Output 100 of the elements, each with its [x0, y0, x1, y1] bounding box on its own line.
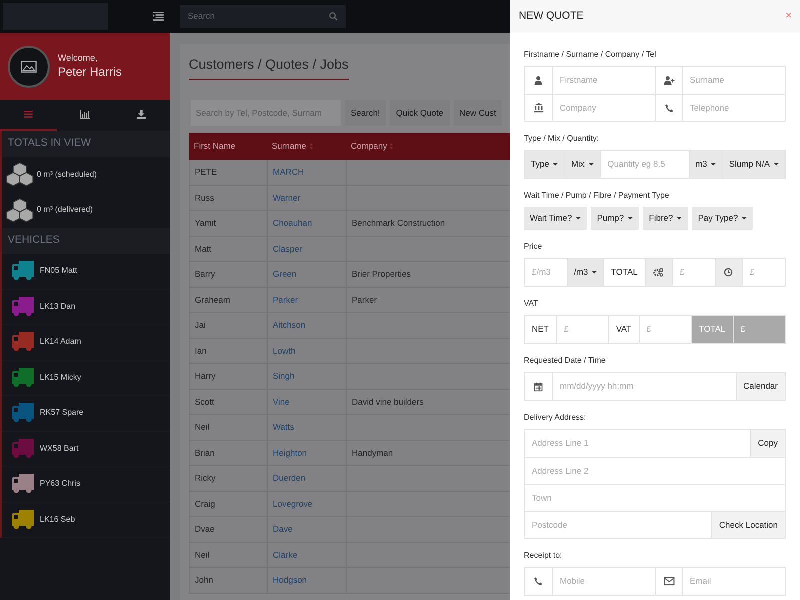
action-button[interactable]: Copy: [750, 430, 785, 457]
toolbar-button[interactable]: Quick Quote: [390, 100, 450, 126]
table-cell: PETE: [195, 166, 218, 179]
input-group[interactable]: £/m3 /m3 TOTAL £ £: [524, 258, 786, 287]
table-cell: Dvae: [195, 523, 215, 536]
toolbar-button[interactable]: Search!: [345, 100, 386, 126]
input-group[interactable]: Address Line 1 Copy Address Line 2 Town Postcode Check Location: [524, 429, 786, 539]
caret-icon: [576, 217, 582, 220]
action-button[interactable]: Calendar: [736, 373, 785, 400]
clock-icon: [724, 268, 734, 277]
field-label: Firstname / Surname / Company / Tel: [524, 49, 658, 61]
dropdown-button[interactable]: /m3: [567, 259, 604, 286]
envelope-icon: [664, 577, 674, 586]
field-label: Price: [524, 241, 544, 253]
search-field[interactable]: Search: [180, 5, 346, 28]
gears-icon: [653, 268, 664, 277]
table-cell: Harry: [195, 370, 216, 383]
input-group[interactable]: Type Mix Quantity eg 8.5 m3 Slump N/A: [524, 150, 786, 179]
table-cell: Graheam: [195, 294, 230, 306]
phone-icon: [664, 104, 674, 112]
cubes-icon: [6, 198, 34, 223]
menu-icon: [152, 12, 164, 21]
vehicle-item[interactable]: PY63 Chris: [2, 467, 170, 502]
input-group[interactable]: Firstname Surname Company Telephone: [524, 66, 786, 122]
table-cell: Craig: [195, 498, 216, 510]
table-cell: Ian: [195, 344, 207, 358]
dropdown-button[interactable]: Fibre?: [643, 207, 688, 230]
column-header[interactable]: First Name: [194, 140, 236, 154]
search-icon: [329, 12, 338, 21]
bank-icon: [534, 103, 544, 113]
table-cell: Yamit: [195, 217, 216, 230]
toolbar-button[interactable]: New Cust: [454, 100, 502, 126]
field-label: Delivery Address:: [524, 412, 588, 424]
image-icon: [21, 60, 37, 72]
list-icon: [24, 111, 33, 118]
dropdown-button[interactable]: Wait Time?: [524, 207, 588, 230]
input-group[interactable]: mm/dd/yyyy hh:mm Calendar: [524, 372, 786, 401]
caret-icon: [592, 271, 598, 274]
caret-icon: [742, 217, 748, 220]
table-cell: Parker: [352, 294, 378, 306]
table-cell: Scott: [195, 396, 214, 408]
vehicle-item[interactable]: LK15 Micky: [2, 360, 170, 396]
table-cell: Handyman: [352, 446, 394, 460]
welcome-text: Welcome,: [58, 53, 99, 65]
vehicle-item[interactable]: RK57 Spare: [2, 396, 170, 432]
phone-icon: [534, 577, 543, 586]
caret-icon: [628, 217, 634, 220]
action-button[interactable]: Check Location: [711, 512, 785, 538]
section-title: TOTALS IN VIEW: [8, 136, 92, 152]
table-cell: Neil: [195, 421, 210, 434]
column-header[interactable]: Surname: [272, 140, 306, 154]
table-cell: Jai: [195, 319, 206, 332]
dropdown-button[interactable]: m3: [688, 151, 722, 178]
search-input[interactable]: Search: [188, 10, 329, 23]
table-cell: John: [195, 574, 214, 587]
cubes-icon: [6, 162, 34, 188]
page-title: Customers / Quotes / Jobs: [189, 56, 349, 74]
field-label: Receipt to:: [524, 550, 564, 562]
table-cell: Barry: [195, 268, 216, 281]
addon-label: TOTAL: [691, 316, 733, 343]
vehicle-item[interactable]: FN05 Matt: [2, 254, 170, 290]
bar-chart-icon: [80, 110, 90, 119]
total-text: 0 m³ (scheduled): [37, 168, 98, 181]
field-label: VAT: [524, 298, 540, 310]
total-text: 0 m³ (delivered): [37, 204, 94, 216]
table-cell: Neil: [195, 548, 210, 562]
table-cell: Matt: [195, 242, 212, 256]
input-group[interactable]: Mobile Email: [524, 567, 786, 596]
dropdown-button[interactable]: Type: [525, 151, 564, 178]
drawer-title: NEW QUOTE: [519, 8, 584, 24]
caret-icon: [774, 163, 779, 166]
user-name: Peter Harris: [58, 64, 122, 80]
user-icon: [534, 76, 543, 85]
field-label: Type / Mix / Quantity:: [524, 133, 600, 145]
table-cell: Brier Properties: [352, 268, 412, 281]
vehicle-item[interactable]: WX58 Bart: [2, 432, 170, 467]
add-user-icon: [664, 76, 674, 85]
dropdown-button[interactable]: Mix: [564, 151, 600, 178]
vehicle-item[interactable]: LK16 Seb: [2, 502, 170, 538]
dropdown-button[interactable]: Pay Type?: [692, 207, 754, 230]
input-field: £: [732, 316, 786, 343]
caret-icon: [711, 163, 716, 166]
caret-icon: [588, 163, 594, 166]
dropdown-button[interactable]: Slump N/A: [722, 151, 785, 178]
caret-icon: [677, 217, 682, 220]
section-title: VEHICLES: [8, 233, 60, 248]
column-header[interactable]: Company: [351, 140, 388, 154]
calendar-icon: [534, 382, 543, 392]
caret-icon: [553, 163, 558, 166]
table-cell: Russ: [195, 192, 214, 204]
table-cell: Brian: [195, 446, 215, 460]
table-cell: Benchmark Construction: [352, 217, 446, 230]
download-icon: [137, 110, 146, 119]
field-label: Requested Date / Time: [524, 355, 607, 367]
table-cell: Ricky: [195, 472, 216, 485]
vehicle-item[interactable]: LK14 Adam: [2, 325, 170, 360]
dropdown-button[interactable]: Pump?: [591, 207, 640, 230]
table-cell: David vine builders: [352, 396, 424, 408]
vehicle-item[interactable]: LK13 Dan: [2, 290, 170, 325]
field-label: Wait Time / Pump / Fibre / Payment Type: [524, 190, 670, 202]
